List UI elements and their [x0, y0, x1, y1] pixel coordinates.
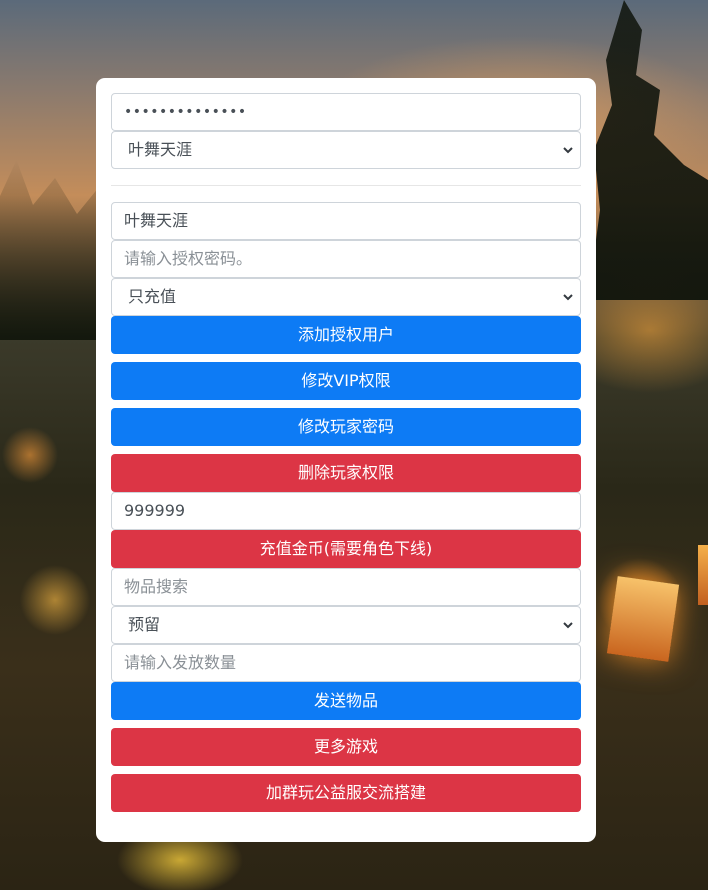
auth-username-input[interactable]: 叶舞天涯 — [111, 202, 581, 240]
add-auth-user-button[interactable]: 添加授权用户 — [111, 316, 581, 354]
paper-lantern-edge — [698, 545, 708, 605]
permission-select-value: 只充值 — [128, 287, 177, 306]
delete-player-permission-button[interactable]: 删除玩家权限 — [111, 454, 581, 492]
send-item-button[interactable]: 发送物品 — [111, 682, 581, 720]
chevron-down-icon — [562, 279, 574, 315]
section-divider — [111, 185, 581, 186]
tree-silhouette-right — [588, 0, 708, 300]
chevron-down-icon — [562, 132, 574, 168]
server-select[interactable]: 叶舞天涯 — [111, 131, 581, 169]
chevron-down-icon — [562, 607, 574, 643]
item-search-input[interactable]: 物品搜索 — [111, 568, 581, 606]
tree-silhouette-left — [0, 160, 110, 340]
paper-lantern — [606, 576, 680, 662]
modify-vip-button[interactable]: 修改VIP权限 — [111, 362, 581, 400]
permission-select[interactable]: 只充值 — [111, 278, 581, 316]
server-select-value: 叶舞天涯 — [128, 140, 193, 159]
modify-player-password-button[interactable]: 修改玩家密码 — [111, 408, 581, 446]
item-select-value: 预留 — [128, 615, 161, 634]
item-select[interactable]: 预留 — [111, 606, 581, 644]
auth-password-input[interactable]: 请输入授权密码。 — [111, 240, 581, 278]
more-games-button[interactable]: 更多游戏 — [111, 728, 581, 766]
password-input[interactable]: •••••••••••••• — [111, 93, 581, 131]
join-group-button[interactable]: 加群玩公益服交流搭建 — [111, 774, 581, 812]
item-quantity-input[interactable]: 请输入发放数量 — [111, 644, 581, 682]
admin-panel: •••••••••••••• 叶舞天涯 叶舞天涯 请输入授权密码。 只充值 添加… — [96, 78, 596, 842]
recharge-gold-button[interactable]: 充值金币(需要角色下线) — [111, 530, 581, 568]
gold-amount-input[interactable]: 999999 — [111, 492, 581, 530]
